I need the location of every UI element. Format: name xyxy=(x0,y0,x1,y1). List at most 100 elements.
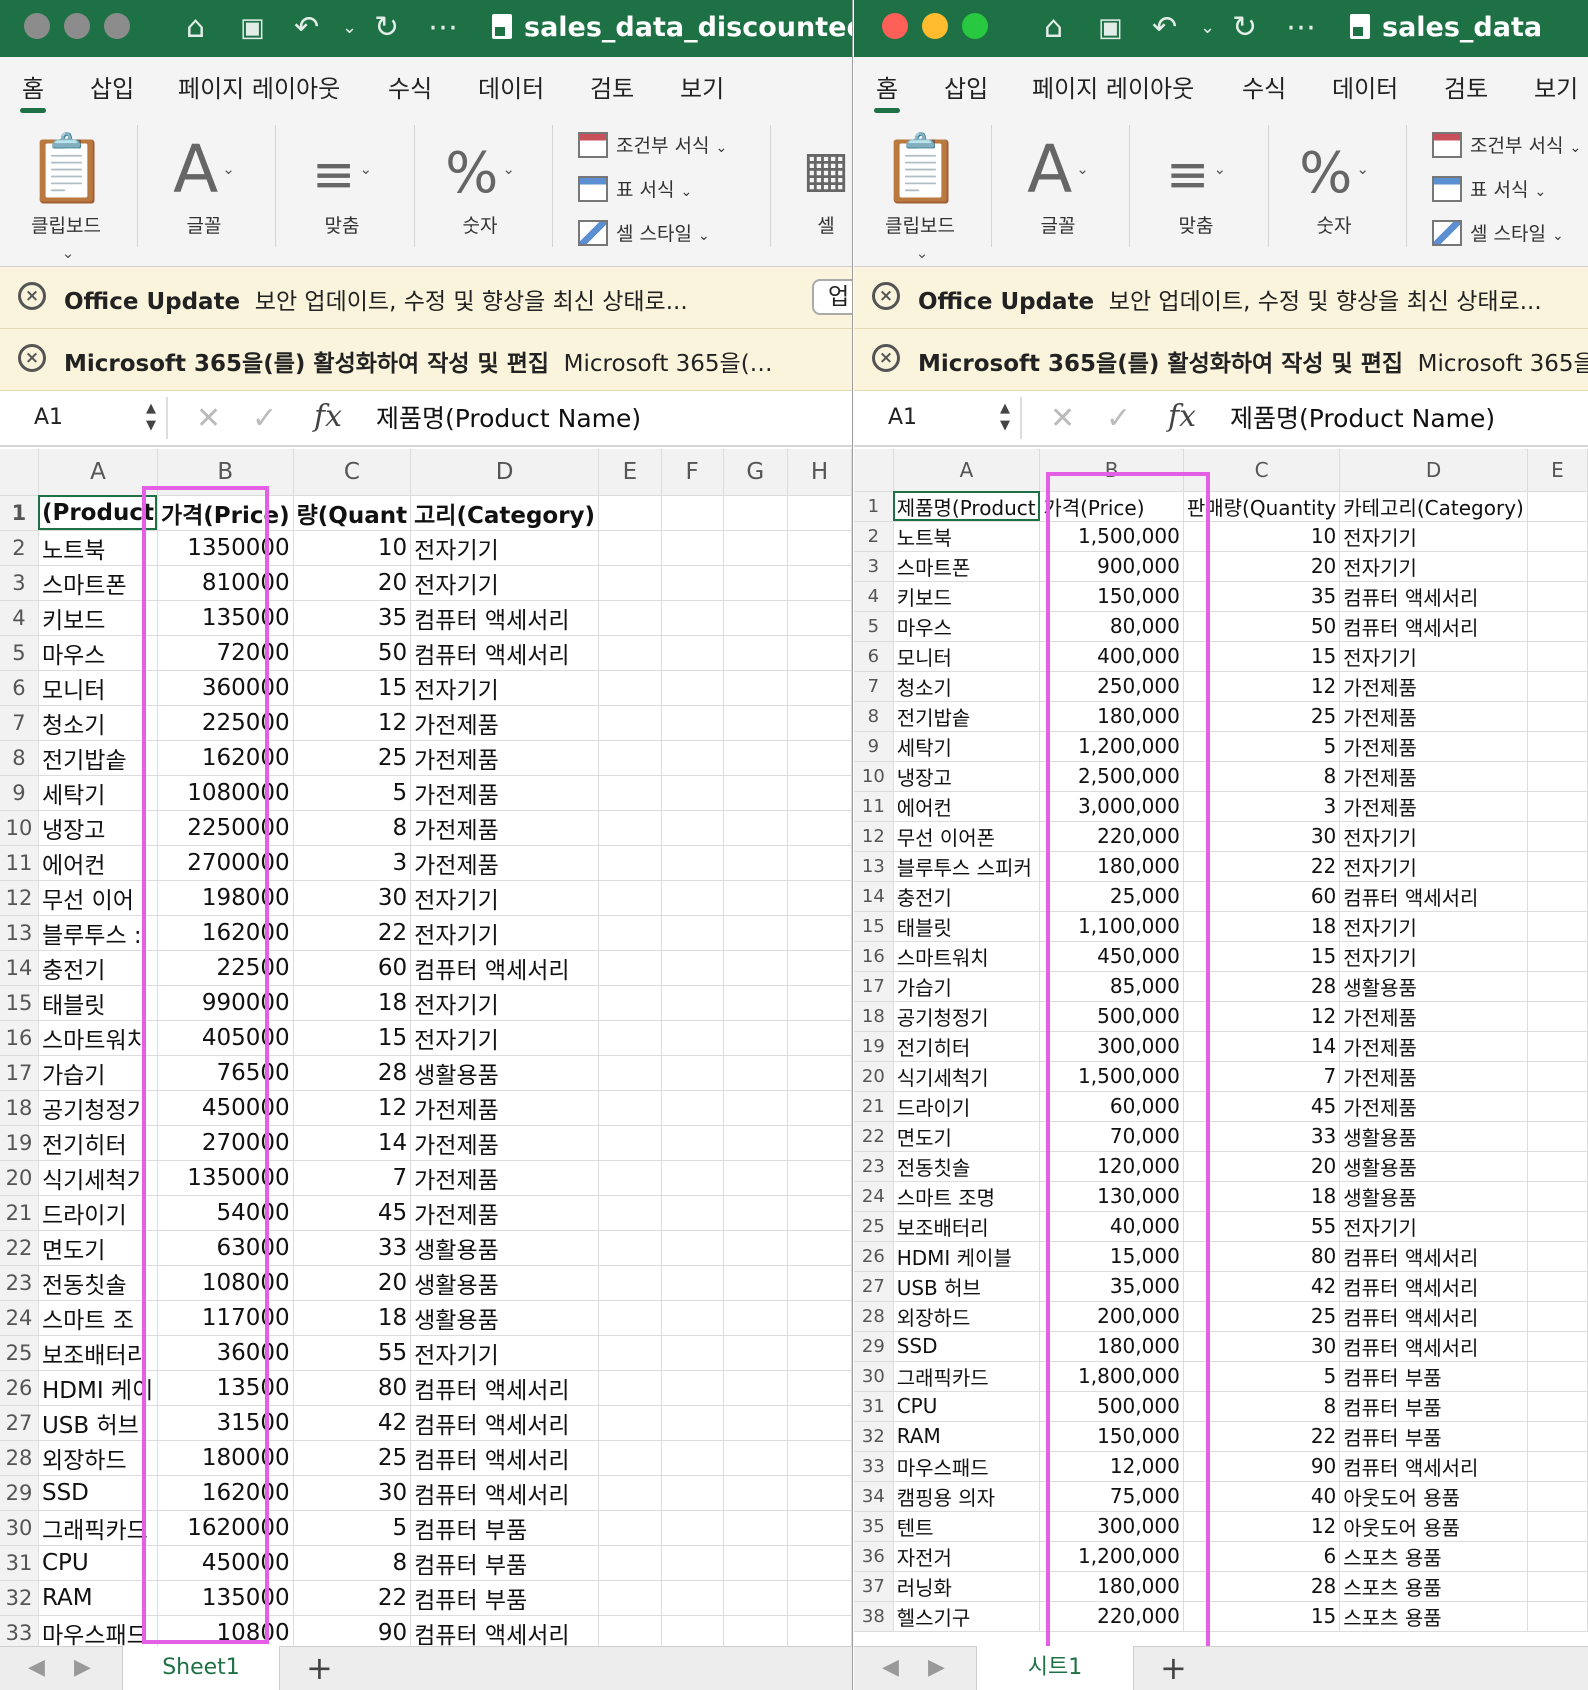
data-cell[interactable]: 생활용품 xyxy=(410,1230,600,1266)
data-cell[interactable]: 블루투스 스피커 xyxy=(893,851,1041,882)
header-cell[interactable] xyxy=(598,495,662,531)
data-cell[interactable] xyxy=(723,670,788,706)
data-cell[interactable] xyxy=(723,600,788,636)
row-header[interactable]: 12 xyxy=(0,880,39,916)
data-cell[interactable]: 2250000 xyxy=(157,810,294,846)
data-cell[interactable] xyxy=(1527,1001,1588,1032)
undo-dropdown-icon[interactable]: ⌄ xyxy=(1200,8,1215,48)
data-cell[interactable]: 컴퓨터 액세서리 xyxy=(410,1405,600,1441)
data-cell[interactable] xyxy=(1527,1241,1588,1272)
data-cell[interactable] xyxy=(598,600,662,636)
data-cell[interactable]: 아웃도어 용품 xyxy=(1339,1511,1528,1542)
data-cell[interactable]: 에어컨 xyxy=(893,791,1041,822)
data-cell[interactable] xyxy=(787,1335,852,1371)
data-cell[interactable] xyxy=(661,670,724,706)
data-cell[interactable]: 18 xyxy=(293,1300,412,1336)
row-header[interactable]: 14 xyxy=(854,881,894,912)
data-cell[interactable]: 8 xyxy=(293,1545,412,1581)
row-header[interactable]: 22 xyxy=(0,1230,39,1266)
data-cell[interactable] xyxy=(598,740,662,776)
header-cell[interactable] xyxy=(723,495,788,531)
data-cell[interactable]: 25 xyxy=(293,740,412,776)
row-header[interactable]: 16 xyxy=(854,941,894,972)
clipboard-group[interactable]: 📋⌄ 클립보드 xyxy=(880,127,962,262)
home-icon[interactable]: ⌂ xyxy=(186,8,205,48)
data-cell[interactable]: 컴퓨터 부품 xyxy=(1339,1391,1528,1422)
data-cell[interactable]: 모니터 xyxy=(38,670,158,706)
row-header[interactable]: 34 xyxy=(854,1481,894,1512)
tab-insert[interactable]: 삽입 xyxy=(944,69,988,104)
row-header[interactable]: 23 xyxy=(854,1151,894,1182)
data-cell[interactable]: 28 xyxy=(1183,971,1341,1002)
data-cell[interactable]: 8 xyxy=(293,810,412,846)
data-cell[interactable]: 8 xyxy=(1183,1391,1341,1422)
data-cell[interactable] xyxy=(787,530,852,566)
row-header[interactable]: 33 xyxy=(854,1451,894,1482)
data-cell[interactable]: 45 xyxy=(1183,1091,1341,1122)
data-cell[interactable] xyxy=(598,1160,662,1196)
row-header[interactable]: 27 xyxy=(854,1271,894,1302)
data-cell[interactable]: 가전제품 xyxy=(1339,731,1528,762)
data-cell[interactable]: 35,000 xyxy=(1039,1271,1184,1302)
data-cell[interactable] xyxy=(661,845,724,881)
data-cell[interactable]: 72000 xyxy=(157,635,294,671)
row-header[interactable]: 37 xyxy=(854,1571,894,1602)
data-cell[interactable]: 냉장고 xyxy=(38,810,158,846)
data-cell[interactable]: 1,500,000 xyxy=(1039,1061,1184,1092)
update-button[interactable]: 업 xyxy=(812,279,852,315)
data-cell[interactable]: 마우스 xyxy=(38,635,158,671)
data-cell[interactable]: 18 xyxy=(293,985,412,1021)
data-cell[interactable]: 컴퓨터 부품 xyxy=(410,1510,600,1546)
data-cell[interactable] xyxy=(723,1265,788,1301)
data-cell[interactable]: 드라이기 xyxy=(893,1091,1041,1122)
data-cell[interactable]: 키보드 xyxy=(38,600,158,636)
data-cell[interactable]: 25,000 xyxy=(1039,881,1184,912)
data-cell[interactable] xyxy=(598,950,662,986)
formula-input[interactable]: 제품명(Product Name) xyxy=(376,397,641,441)
row-header[interactable]: 31 xyxy=(0,1545,39,1581)
row-header[interactable]: 21 xyxy=(0,1195,39,1231)
data-cell[interactable] xyxy=(723,705,788,741)
data-cell[interactable] xyxy=(787,1440,852,1476)
data-cell[interactable]: 청소기 xyxy=(893,671,1041,702)
tab-review[interactable]: 검토 xyxy=(590,69,634,104)
data-cell[interactable]: 22 xyxy=(293,1580,412,1616)
data-cell[interactable] xyxy=(598,985,662,1021)
row-header[interactable]: 26 xyxy=(854,1241,894,1272)
data-cell[interactable]: 1620000 xyxy=(157,1510,294,1546)
data-cell[interactable]: 12 xyxy=(1183,671,1341,702)
data-cell[interactable] xyxy=(723,1125,788,1161)
data-cell[interactable]: 청소기 xyxy=(38,705,158,741)
data-cell[interactable]: 90 xyxy=(1183,1451,1341,1482)
worksheet-grid[interactable]: A B C D E F G H 1 (Product 가격(Price) 량(Quant 고리(Cate… xyxy=(0,449,852,1646)
data-cell[interactable] xyxy=(598,565,662,601)
data-cell[interactable]: 1,200,000 xyxy=(1039,1541,1184,1572)
data-cell[interactable]: 1350000 xyxy=(157,1160,294,1196)
data-cell[interactable]: 에어컨 xyxy=(38,845,158,881)
header-cell[interactable]: 가격(Price) xyxy=(1039,491,1184,522)
row-header[interactable]: 9 xyxy=(854,731,894,762)
data-cell[interactable]: 전자기기 xyxy=(410,530,600,566)
data-cell[interactable]: 180000 xyxy=(157,1440,294,1476)
data-cell[interactable]: 810000 xyxy=(157,565,294,601)
row-header[interactable]: 7 xyxy=(854,671,894,702)
data-cell[interactable]: 300,000 xyxy=(1039,1031,1184,1062)
row-header[interactable]: 22 xyxy=(854,1121,894,1152)
data-cell[interactable] xyxy=(661,705,724,741)
data-cell[interactable] xyxy=(787,1580,852,1616)
row-header[interactable]: 26 xyxy=(0,1370,39,1406)
data-cell[interactable]: 전자기기 xyxy=(410,1335,600,1371)
data-cell[interactable] xyxy=(787,1300,852,1336)
data-cell[interactable]: 컴퓨터 부품 xyxy=(410,1545,600,1581)
data-cell[interactable]: 20 xyxy=(293,1265,412,1301)
row-header[interactable]: 29 xyxy=(0,1475,39,1511)
select-all-corner[interactable] xyxy=(0,449,39,496)
data-cell[interactable]: 990000 xyxy=(157,985,294,1021)
data-cell[interactable] xyxy=(723,1440,788,1476)
data-cell[interactable] xyxy=(723,915,788,951)
row-header[interactable]: 8 xyxy=(0,740,39,776)
data-cell[interactable]: 가전제품 xyxy=(1339,791,1528,822)
data-cell[interactable] xyxy=(1527,1451,1588,1482)
previous-sheet-icon[interactable]: ◀ xyxy=(882,1651,899,1685)
data-cell[interactable]: 2,500,000 xyxy=(1039,761,1184,792)
